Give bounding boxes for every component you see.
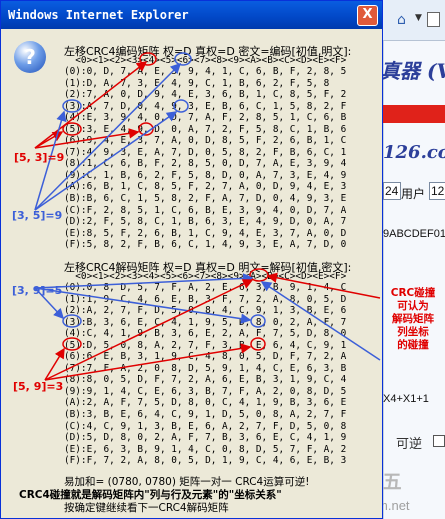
page-icon[interactable] (427, 12, 440, 27)
encode-matrix-row: (C):F, 2, 8, 5, 1, C, 6, B, E, 3, 9, 4, … (64, 204, 347, 216)
decode-matrix: (0):0, 8, D, 5, 7, F, A, 2, E, 6, 3, B, … (64, 282, 346, 467)
reversible-label: 可逆 (396, 436, 423, 451)
encode-column-header: <0><1><2><3><4><5><6><7><8><9><A><B><C><… (64, 55, 347, 66)
encode-matrix-row: (D):2, F, 5, 8, C, 1, B, 6, 3, E, 4, 9, … (64, 216, 347, 228)
page-title-fragment: 真器 (V2 (380, 59, 445, 83)
number-field[interactable]: 24 (383, 182, 401, 200)
encode-matrix-row: (6):9, 4, E, 3, 7, A, 0, D, 8, 5, F, 2, … (64, 135, 347, 147)
user-label: 用户 (401, 187, 426, 201)
dialog-title: Windows Internet Explorer (8, 8, 189, 22)
page-red-bar (383, 105, 445, 123)
decode-matrix-row: (9):9, 1, 4, C, E, 6, 3, B, 7, F, A, 2, … (64, 385, 347, 397)
decode-matrix-row: (D):5, D, 8, 0, 2, A, F, 7, B, 3, 6, E, … (64, 432, 347, 444)
encode-matrix-row: (0):0, D, 7, A, E, 3, 9, 4, 1, C, 6, B, … (64, 66, 347, 77)
decode-matrix-row: (1):1, 9, C, 4, 6, E, B, 3, F, 7, 2, A, … (64, 293, 347, 305)
encode-matrix-row: (4):E, 3, 9, 4, 0, D, 7, A, F, 2, 8, 5, … (64, 112, 347, 124)
page-url-fragment: 126.cor (383, 142, 445, 163)
home-icon[interactable]: ⌂ (397, 12, 406, 28)
browser-toolbar: ⌂ ▼ (383, 0, 445, 41)
encode-matrix-row: (8):1, C, 6, B, F, 2, 8, 5, 0, D, 7, A, … (64, 158, 347, 170)
decode-matrix-row: (4):C, 4, 1, 9, B, 3, 6, E, 2, A, F, 7, … (64, 328, 347, 340)
decode-matrix-row: (C):4, C, 9, 1, 3, B, E, 6, A, 2, 7, F, … (64, 420, 347, 432)
formula-text: X4+X1+1 (383, 393, 429, 405)
annotation-3-9: [3, 9]=5 (12, 284, 63, 297)
alert-dialog: Windows Internet Explorer X ? 左移CRC4编码矩阵… (0, 0, 383, 519)
hex-text: 9ABCDEF01 (383, 228, 445, 240)
decode-matrix-row: (7):7, F, A, 2, 0, 8, D, 5, 9, 1, 4, C, … (64, 362, 347, 374)
number-field-value: 24 (385, 184, 399, 198)
encode-matrix-row: (5):3, E, 4, 9, D, 0, A, 7, 2, F, 5, 8, … (64, 123, 347, 135)
dialog-titlebar[interactable]: Windows Internet Explorer (1, 1, 382, 29)
footer-line-3: 按确定键继续看下一CRC4解码矩阵 (64, 502, 229, 514)
decode-matrix-row: (A):2, A, F, 7, 5, D, 8, 0, C, 4, 1, 9, … (64, 397, 347, 409)
encode-matrix-row: (F):5, 8, 2, F, B, 6, C, 1, 4, 9, 3, E, … (64, 239, 347, 251)
encode-matrix-row: (B):B, 6, C, 1, 5, 8, 2, F, A, 7, D, 0, … (64, 193, 347, 205)
encode-matrix-row: (2):7, A, 0, D, 9, 4, E, 3, 6, B, 1, C, … (64, 89, 347, 101)
annotation-5-9: [5, 9]=3 (13, 380, 64, 393)
annotation-3-5: [3, 5]=9 (12, 209, 63, 222)
decode-matrix-row: (E):E, 6, 3, B, 9, 1, 4, C, 0, 8, D, 5, … (64, 443, 347, 455)
dropdown-chevron-icon[interactable]: ▼ (415, 13, 422, 23)
decode-matrix-row: (8):8, 0, 5, D, F, 7, 2, A, 6, E, B, 3, … (64, 374, 347, 386)
encode-matrix-row: (3):A, 7, D, 0, 4, 9, 3, E, B, 6, C, 1, … (64, 100, 347, 112)
question-icon: ? (14, 41, 46, 73)
encode-matrix-row: (A):6, B, 1, C, 8, 5, F, 2, 7, A, 0, D, … (64, 181, 347, 193)
collision-note: CRC碰撞 可认为 解码矩阵 列坐标 的碰撞 (390, 287, 436, 351)
encode-matrix-row: (7):4, 9, 3, E, A, 7, D, 0, 5, 8, 2, F, … (64, 146, 347, 158)
decode-matrix-row: (3):B, 3, 6, E, C, 4, 1, 9, 5, D, 8, 0, … (64, 316, 347, 328)
close-icon: X (362, 7, 373, 22)
user-field-value: 12 (431, 184, 445, 198)
decode-matrix-row: (2):A, 2, 7, F, D, 5, 0, 8, 4, C, 9, 1, … (64, 305, 347, 317)
close-button[interactable]: X (357, 5, 378, 26)
encode-matrix-row: (9):C, 1, B, 6, 2, F, 5, 8, D, 0, A, 7, … (64, 169, 347, 181)
decode-column-header: <0><1><2><3><4><5><6><7><8><9><A><B><C><… (64, 271, 347, 282)
annotation-5-3: [5, 3]=9 (14, 151, 65, 164)
encode-matrix-row: (E):8, 5, F, 2, 6, B, 1, C, 9, 4, E, 3, … (64, 227, 347, 239)
user-field[interactable]: 12 (429, 182, 445, 200)
decode-matrix-row: (F):F, 7, 2, A, 8, 0, 5, D, 1, 9, C, 4, … (64, 455, 347, 467)
decode-matrix-row: (6):6, E, B, 3, 1, 9, C, 4, 8, 0, 5, D, … (64, 351, 347, 363)
encode-matrix-row: (1):D, A, 7, 3, E, 4, 9, C, 1, B, 6, 2, … (64, 77, 330, 89)
reversible-checkbox[interactable] (433, 435, 445, 447)
decode-matrix-row: (5):D, 5, 0, 8, A, 2, 7, F, 3, B, E, 6, … (64, 339, 347, 351)
decode-matrix-row: (B):3, B, E, 6, 4, C, 9, 1, D, 5, 0, 8, … (64, 409, 347, 421)
decode-matrix-row: (0):0, 8, D, 5, 7, F, A, 2, E, 6, 3, B, … (64, 282, 347, 293)
encode-matrix: (0):0, D, 7, A, E, 3, 9, 4, 1, C, 6, B, … (64, 66, 346, 251)
